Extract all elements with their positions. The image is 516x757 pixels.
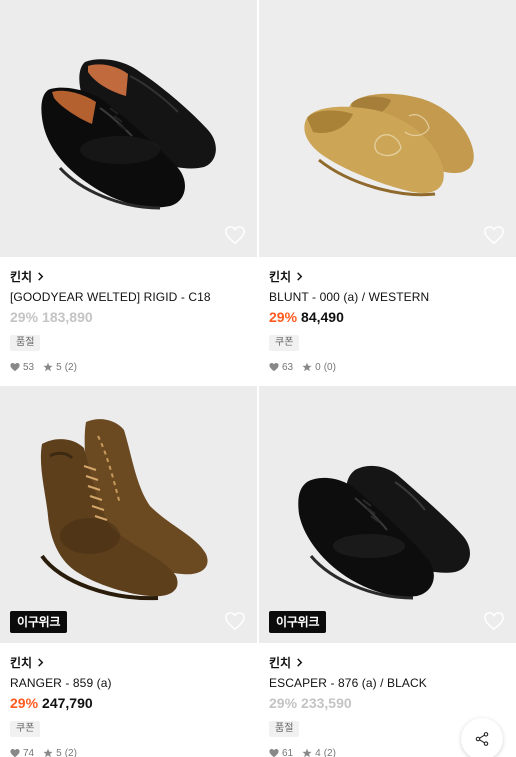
black-derby-shoes-icon [41,59,216,210]
product-stats: 53 5 (2) [10,361,247,373]
discount-rate: 29% [269,309,298,325]
brand-name: 킨치 [10,655,33,670]
product-name[interactable]: ESCAPER - 876 (a) / BLACK [269,676,506,691]
discount-rate: 29% [10,309,39,325]
product-image[interactable] [0,0,257,257]
price-row: 29% 233,590 [269,694,506,712]
brown-suede-boots-icon [40,419,208,601]
event-badge: 이구위크 [10,611,68,633]
price: 183,890 [42,309,93,325]
status-badge: 품절 [269,721,300,737]
product-stats: 74 5 (2) [10,747,247,757]
product-card[interactable]: 이구위크 킨치 ESCAPER - 876 (a) / BLACK 29% 23… [259,386,516,757]
review-count: (2) [64,747,77,757]
product-image[interactable] [259,0,516,257]
heart-icon [269,363,279,372]
star-icon [43,362,53,372]
star-icon [302,362,312,372]
rating: 4 [315,747,321,757]
product-info: 킨치 RANGER - 859 (a) 29% 247,790 쿠폰 74 5 … [0,643,257,757]
brand-name: 킨치 [10,269,33,284]
review-count: (2) [323,747,336,757]
heart-icon [269,749,279,757]
coupon-badge: 쿠폰 [10,721,41,737]
chevron-right-icon [297,657,303,667]
price-row: 29% 247,790 [10,694,247,712]
product-card[interactable]: 킨치 [GOODYEAR WELTED] RIGID - C18 29% 183… [0,0,257,373]
heart-icon[interactable] [483,611,505,631]
product-info: 킨치 BLUNT - 000 (a) / WESTERN 29% 84,490 … [259,257,516,373]
event-badge: 이구위크 [269,611,327,633]
rating: 5 [56,747,62,757]
coupon-badge: 쿠폰 [269,335,300,351]
product-name[interactable]: RANGER - 859 (a) [10,676,247,691]
chevron-right-icon [38,271,44,281]
product-image[interactable]: 이구위크 [259,386,516,643]
product-card[interactable]: 이구위크 킨치 RANGER - 859 (a) 29% 247,790 쿠폰 … [0,386,257,757]
status-badge: 품절 [10,335,41,351]
brand-link[interactable]: 킨치 [10,654,247,670]
product-info: 킨치 [GOODYEAR WELTED] RIGID - C18 29% 183… [0,257,257,373]
like-count: 63 [282,361,294,373]
brand-link[interactable]: 킨치 [10,268,247,284]
like-count: 74 [23,747,35,757]
product-image[interactable]: 이구위크 [0,386,257,643]
price: 247,790 [42,695,93,711]
heart-icon[interactable] [224,225,246,245]
brand-link[interactable]: 킨치 [269,268,506,284]
product-grid: 킨치 [GOODYEAR WELTED] RIGID - C18 29% 183… [0,0,516,757]
star-icon [302,748,312,757]
chevron-right-icon [38,657,44,667]
heart-icon [10,749,20,757]
brand-link[interactable]: 킨치 [269,654,506,670]
rating: 5 [56,361,62,373]
brand-name: 킨치 [269,655,292,670]
star-icon [43,748,53,757]
discount-rate: 29% [10,695,39,711]
share-button[interactable] [461,718,503,757]
discount-rate: 29% [269,695,298,711]
black-leather-derby-icon [298,465,470,600]
price: 233,590 [301,695,352,711]
product-stats: 63 0 (0) [269,361,506,373]
price-row: 29% 84,490 [269,308,506,326]
product-card[interactable]: 킨치 BLUNT - 000 (a) / WESTERN 29% 84,490 … [259,0,516,373]
review-count: (2) [64,361,77,373]
tan-suede-mules-icon [304,93,474,197]
product-name[interactable]: BLUNT - 000 (a) / WESTERN [269,290,506,305]
rating: 0 [315,361,321,373]
like-count: 53 [23,361,35,373]
review-count: (0) [323,361,336,373]
like-count: 61 [282,747,294,757]
price-row: 29% 183,890 [10,308,247,326]
heart-icon [10,363,20,372]
brand-name: 킨치 [269,269,292,284]
share-icon [475,732,489,746]
product-name[interactable]: [GOODYEAR WELTED] RIGID - C18 [10,290,247,305]
chevron-right-icon [297,271,303,281]
heart-icon[interactable] [224,611,246,631]
price: 84,490 [301,309,344,325]
heart-icon[interactable] [483,225,505,245]
